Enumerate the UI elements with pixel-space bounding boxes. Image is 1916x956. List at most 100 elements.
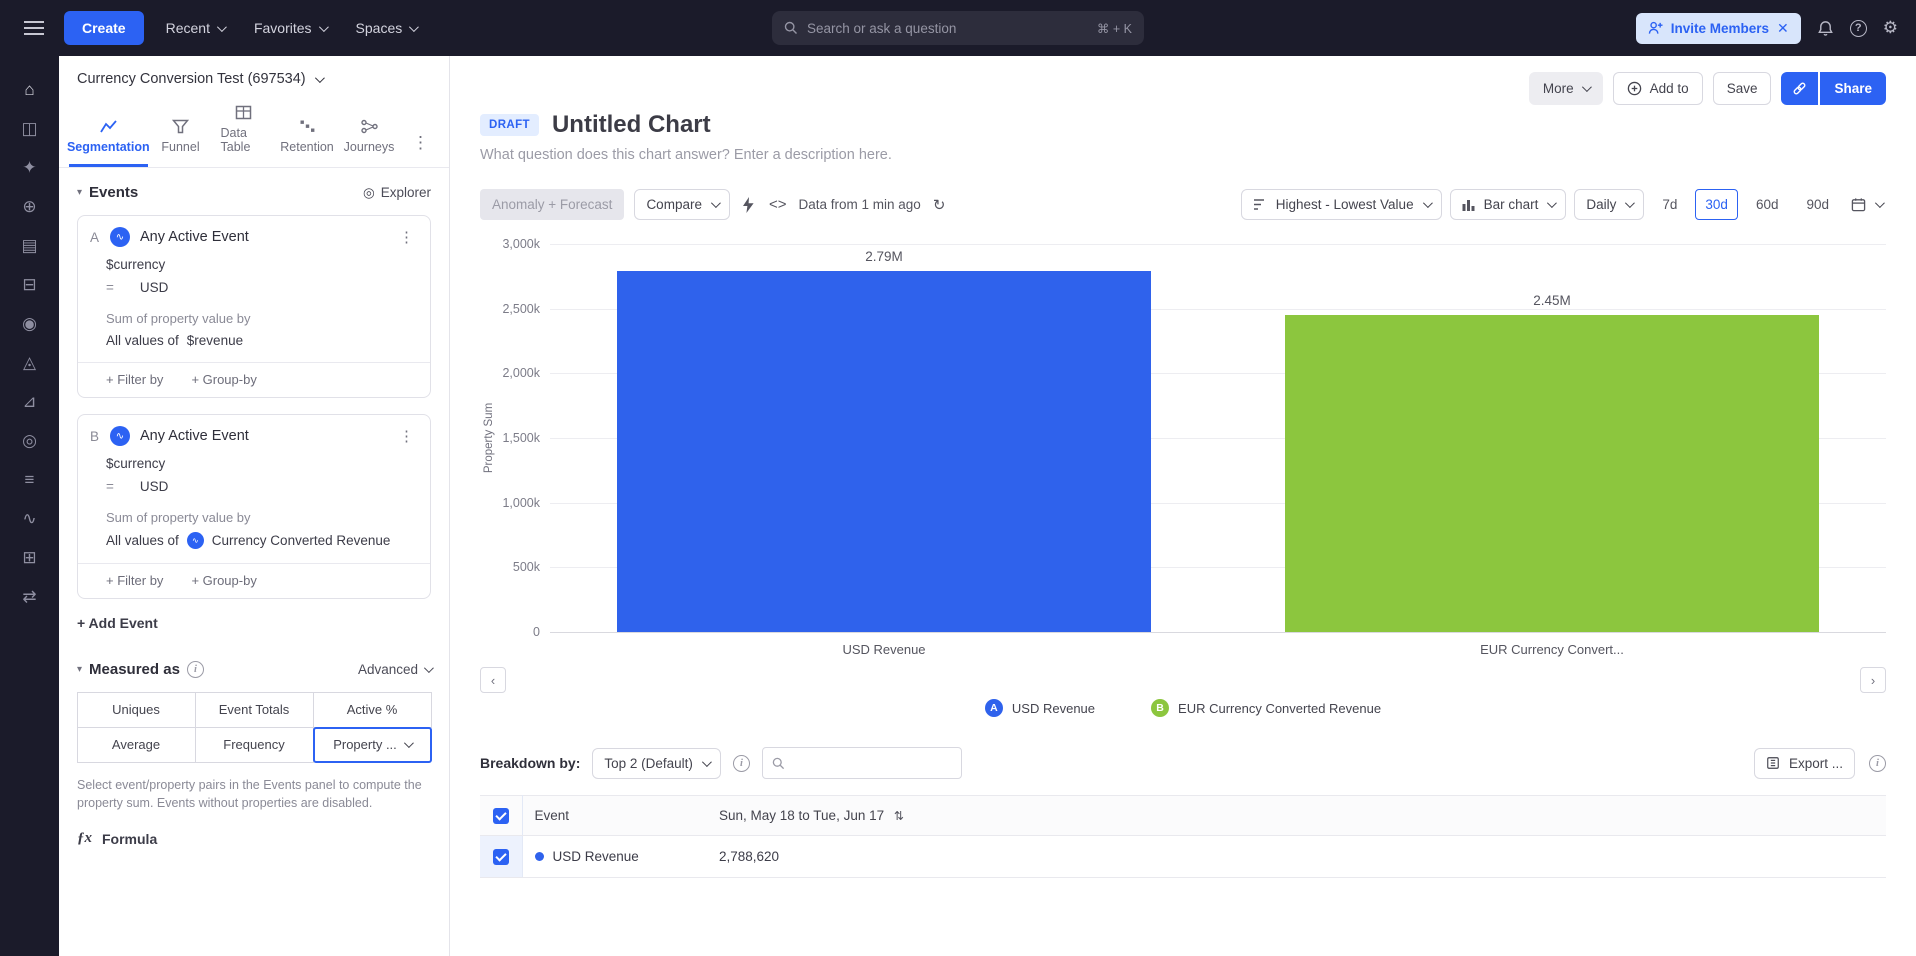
range-90d-button[interactable]: 90d (1796, 189, 1839, 220)
export-button[interactable]: Export ... (1754, 748, 1855, 779)
range-7d-button[interactable]: 7d (1652, 189, 1687, 220)
database-icon[interactable]: ≡ (12, 462, 48, 498)
measure-frequency-button[interactable]: Frequency (195, 727, 314, 763)
legend-item-eur[interactable]: B EUR Currency Converted Revenue (1151, 699, 1381, 717)
date-range-column-header[interactable]: Sun, May 18 to Tue, Jun 17 (719, 808, 884, 823)
formula-button[interactable]: ƒx Formula (77, 830, 431, 847)
property-value[interactable]: USD (140, 479, 169, 494)
all-values-label[interactable]: All values of (106, 533, 179, 548)
date-picker-button[interactable] (1847, 190, 1886, 219)
next-page-button[interactable]: › (1860, 667, 1886, 693)
measure-active-pct-button[interactable]: Active % (313, 692, 432, 728)
range-60d-button[interactable]: 60d (1746, 189, 1789, 220)
measure-property-sum-button[interactable]: Property ... (313, 727, 432, 763)
kebab-menu-icon[interactable]: ⋮ (395, 427, 418, 445)
breakdown-search[interactable] (762, 747, 962, 779)
property-value[interactable]: USD (140, 280, 169, 295)
select-all-checkbox[interactable] (493, 808, 509, 824)
help-icon[interactable]: ? (1850, 20, 1867, 37)
chart-type-dropdown[interactable]: Bar chart (1450, 189, 1567, 220)
filter-by-link[interactable]: + Filter by (106, 573, 163, 588)
legend-item-usd[interactable]: A USD Revenue (985, 699, 1095, 717)
person-add-nav-icon[interactable]: ⊕ (12, 189, 48, 225)
event-property[interactable]: $currency (106, 253, 416, 276)
add-to-button[interactable]: Add to (1613, 72, 1703, 105)
measure-average-button[interactable]: Average (77, 727, 196, 763)
event-name[interactable]: Any Active Event (140, 229, 249, 245)
tab-segmentation[interactable]: Segmentation (69, 111, 148, 167)
collapse-chevron-icon[interactable]: ▾ (77, 664, 82, 675)
flame-icon[interactable]: ◬ (12, 345, 48, 381)
lightning-icon[interactable] (740, 197, 757, 213)
notifications-bell-icon[interactable] (1817, 20, 1834, 37)
more-button[interactable]: More (1529, 72, 1603, 105)
column-sort-icon[interactable]: ⇅ (894, 809, 904, 823)
dashboard-icon[interactable]: ▤ (12, 228, 48, 264)
explorer-link[interactable]: ◎ Explorer (363, 185, 431, 201)
flask-icon[interactable]: ⊿ (12, 384, 48, 420)
event-property[interactable]: $currency (106, 452, 416, 475)
frame-icon[interactable]: ⊞ (12, 540, 48, 576)
compass-icon[interactable]: ◎ (12, 423, 48, 459)
measure-event-totals-button[interactable]: Event Totals (195, 692, 314, 728)
sum-property[interactable]: $revenue (187, 333, 243, 348)
search-input[interactable] (807, 21, 1088, 36)
collapse-chevron-icon[interactable]: ▾ (77, 187, 82, 198)
event-name[interactable]: Any Active Event (140, 428, 249, 444)
dismiss-invite-icon[interactable]: ✕ (1777, 20, 1789, 37)
advanced-dropdown[interactable]: Advanced (358, 662, 431, 677)
hamburger-menu-icon[interactable] (24, 27, 44, 29)
project-selector[interactable]: Currency Conversion Test (697534) (59, 56, 449, 97)
invite-members-button[interactable]: Invite Members ✕ (1636, 13, 1801, 44)
pulse-icon[interactable]: ∿ (12, 501, 48, 537)
users-icon[interactable]: ◉ (12, 306, 48, 342)
create-button[interactable]: Create (64, 11, 144, 45)
settings-gear-icon[interactable]: ⚙ (1883, 18, 1898, 38)
filter-by-link[interactable]: + Filter by (106, 372, 163, 387)
tabs-overflow-kebab-icon[interactable]: ⋮ (402, 133, 439, 167)
sparkle-icon[interactable]: ✦ (12, 150, 48, 186)
favorites-menu[interactable]: Favorites (246, 14, 334, 42)
kebab-menu-icon[interactable]: ⋮ (395, 228, 418, 246)
sum-property[interactable]: Currency Converted Revenue (212, 533, 391, 548)
notebook-icon[interactable]: ◫ (12, 111, 48, 147)
share-button[interactable]: Share (1820, 72, 1886, 105)
chart-title[interactable]: Untitled Chart (552, 111, 711, 139)
series-name[interactable]: USD Revenue (553, 849, 639, 864)
prev-page-button[interactable]: ‹ (480, 667, 506, 693)
compare-dropdown[interactable]: Compare (634, 189, 730, 220)
sort-order-dropdown[interactable]: Highest - Lowest Value (1241, 189, 1442, 220)
event-column-header[interactable]: Event (522, 796, 707, 836)
group-by-link[interactable]: + Group-by (191, 573, 256, 588)
row-checkbox[interactable] (493, 849, 509, 865)
swap-icon[interactable]: ⇄ (12, 579, 48, 615)
tab-retention[interactable]: Retention (278, 111, 336, 167)
group-by-link[interactable]: + Group-by (191, 372, 256, 387)
breakdown-top-dropdown[interactable]: Top 2 (Default) (592, 748, 721, 779)
info-icon[interactable]: i (187, 661, 204, 678)
monitor-icon[interactable]: ⊟ (12, 267, 48, 303)
chart-description-placeholder[interactable]: What question does this chart answer? En… (480, 147, 1886, 163)
tab-funnel[interactable]: Funnel (152, 111, 210, 167)
operator[interactable]: = (106, 479, 114, 494)
range-30d-button[interactable]: 30d (1695, 189, 1738, 220)
spaces-menu[interactable]: Spaces (348, 14, 425, 42)
info-icon[interactable]: i (1869, 755, 1886, 772)
refresh-icon[interactable]: ↻ (931, 196, 948, 214)
copy-link-button[interactable] (1781, 72, 1818, 105)
info-icon[interactable]: i (733, 755, 750, 772)
measure-uniques-button[interactable]: Uniques (77, 692, 196, 728)
all-values-label[interactable]: All values of (106, 333, 179, 348)
interval-dropdown[interactable]: Daily (1574, 189, 1644, 220)
tab-journeys[interactable]: Journeys (340, 111, 398, 167)
bar-eur-revenue[interactable] (1285, 315, 1819, 632)
recent-menu[interactable]: Recent (158, 14, 232, 42)
add-event-button[interactable]: + Add Event (77, 615, 431, 631)
breakdown-search-input[interactable] (792, 756, 952, 771)
code-icon[interactable]: <> (767, 196, 789, 213)
tab-data-table[interactable]: Data Table (214, 97, 274, 167)
operator[interactable]: = (106, 280, 114, 295)
global-search[interactable]: ⌘ + K (772, 11, 1144, 45)
bar-usd-revenue[interactable] (617, 271, 1151, 632)
home-icon[interactable]: ⌂ (12, 72, 48, 108)
